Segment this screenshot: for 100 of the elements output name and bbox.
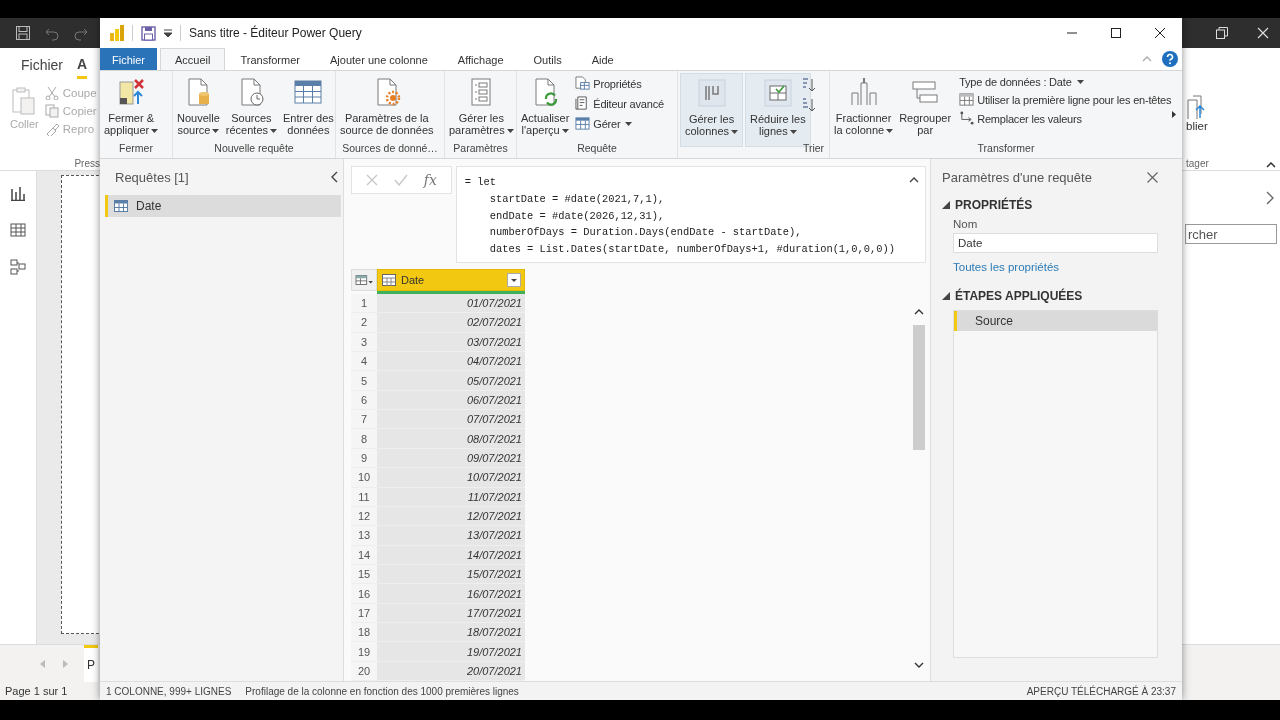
group-label: Press: [74, 158, 100, 170]
table-cell: 01/07/2021: [377, 293, 525, 314]
row-number: 4: [351, 352, 377, 372]
row-number: 17: [351, 603, 377, 624]
row-number: 16: [351, 584, 377, 604]
group-label: Fermer: [118, 142, 154, 156]
table-cell: 07/07/2021: [377, 410, 525, 430]
formula-text: = let startDate = #date(2021,7,1), endDate = #date(2026,12,31), numberOfDays = Duration.Days(endDate - startDate), dates = List.Dates(startDate, numberOfDays+1, #duration(1,0,0,0)): [464, 175, 895, 258]
ribbon-button[interactable]: Entrer des données: [281, 73, 336, 138]
expanded-icon: [942, 201, 950, 209]
ribbon-tab[interactable]: Outils: [518, 48, 577, 70]
function-button[interactable]: fx: [423, 172, 437, 188]
status-text: 1 COLONNE, 999+ LIGNES: [106, 685, 232, 697]
scroll-down-icon[interactable]: [914, 662, 924, 668]
collapse-icon[interactable]: [1266, 162, 1276, 168]
row-number: 19: [351, 642, 377, 662]
table-cell: 19/07/2021: [377, 642, 525, 662]
table-cell: 20/07/2021: [377, 661, 525, 681]
copy-icon: [44, 104, 59, 118]
filter-dropdown-icon[interactable]: [507, 273, 521, 287]
scissors-icon: [44, 86, 59, 100]
row-number: 18: [351, 623, 377, 643]
ribbon-button[interactable]: Paramètres de la source de données: [338, 73, 436, 138]
pane-title: Paramètres d'une requête: [942, 169, 1092, 185]
ribbon-button[interactable]: Utiliser la première ligne pour les en-têtes: [959, 92, 1172, 107]
collapse-icon[interactable]: [330, 171, 338, 183]
ribbon-button[interactable]: Actualiser l'aperçu: [519, 73, 572, 138]
model-icon[interactable]: [10, 259, 26, 275]
table-icon[interactable]: [10, 222, 26, 238]
ribbon-button[interactable]: Type de données : Date: [959, 76, 1172, 88]
help-icon[interactable]: [1162, 51, 1178, 67]
bar-chart-icon: [110, 25, 124, 41]
table-check-icon: [761, 77, 794, 109]
chevron-icon[interactable]: [1266, 191, 1274, 205]
row-number: 1: [351, 293, 377, 314]
column-header[interactable]: Date: [377, 269, 525, 291]
ribbon-tab[interactable]: Fichier: [100, 48, 157, 70]
ribbon-tab[interactable]: Affichage: [442, 48, 519, 70]
ribbon-tab[interactable]: Ajouter une colonne: [315, 48, 443, 70]
row-number: 12: [351, 506, 377, 527]
properties-link[interactable]: Toutes les propriétés: [953, 261, 1158, 273]
table-cell: 03/07/2021: [377, 332, 525, 353]
menu-tab[interactable]: A: [77, 51, 88, 79]
row-number: 5: [351, 371, 377, 391]
ribbon-button[interactable]: Nouvelle source: [175, 73, 222, 138]
window-title: Sans titre - Éditeur Power Query: [189, 26, 362, 40]
status-text: Profilage de la colonne en fonction des 1000 premières lignes: [245, 685, 519, 697]
scroll-right-icon[interactable]: [1172, 111, 1176, 118]
row-number: 9: [351, 448, 377, 469]
page-tab[interactable]: P: [84, 645, 98, 682]
collapse-icon[interactable]: [909, 177, 919, 183]
row-number: 7: [351, 410, 377, 430]
group-label: Requête: [576, 142, 618, 156]
section-header[interactable]: PROPRIÉTÉS: [942, 197, 1158, 213]
table-cell: 02/07/2021: [377, 313, 525, 333]
step-item[interactable]: Source: [954, 311, 1157, 331]
ribbon-button[interactable]: Fermer & appliquer: [102, 73, 161, 138]
row-number: 2: [351, 313, 377, 333]
sort-ascending-icon[interactable]: [800, 77, 816, 93]
ribbon-button[interactable]: Propriétés: [575, 76, 664, 91]
ribbon-tab[interactable]: Accueil: [160, 48, 226, 70]
ribbon-button[interactable]: Gérer les colonnes: [680, 73, 744, 147]
restore-icon[interactable]: [1216, 27, 1228, 39]
ribbon-button[interactable]: Regrouper par: [897, 73, 954, 138]
bar-chart-icon[interactable]: [10, 185, 26, 201]
maximize-icon[interactable]: [1111, 28, 1121, 38]
ribbon-button[interactable]: Sources récentes: [223, 73, 279, 138]
scroll-up-icon[interactable]: [914, 309, 924, 315]
section-header[interactable]: ÉTAPES APPLIQUÉES: [942, 288, 1158, 304]
search-field[interactable]: rcher: [1185, 224, 1277, 244]
properties-icon: [575, 76, 591, 91]
save-icon[interactable]: [141, 25, 156, 41]
group-label: Sources de donné…: [341, 142, 439, 156]
ribbon-tab[interactable]: Aide: [576, 48, 629, 70]
close-icon[interactable]: [1155, 28, 1165, 38]
ribbon-button[interactable]: Éditeur avancé: [575, 96, 664, 111]
table-cell: 11/07/2021: [377, 487, 525, 507]
query-item[interactable]: Date: [105, 195, 341, 217]
ribbon-button[interactable]: Gérer: [575, 116, 664, 131]
ribbon-button[interactable]: Gérer les paramètres: [447, 73, 516, 138]
column-icon: [695, 77, 728, 109]
swap-arrow-icon: [959, 111, 975, 126]
ribbon-tab[interactable]: Transformer: [225, 48, 315, 70]
table-cell: 06/07/2021: [377, 390, 525, 411]
name-field[interactable]: Date: [953, 233, 1158, 253]
check-icon[interactable]: [393, 174, 408, 186]
ribbon-button[interactable]: Fractionner la colonne: [832, 73, 896, 138]
table-menu-icon[interactable]: [351, 269, 377, 291]
table-cell: 04/07/2021: [377, 352, 525, 372]
save-icon[interactable]: [15, 25, 31, 41]
row-number: 8: [351, 429, 377, 449]
table-icon: [959, 92, 975, 107]
publish-button[interactable]: blier: [1182, 94, 1280, 132]
ribbon-button[interactable]: Remplacer les valeurs: [959, 111, 1172, 126]
table-cell: 18/07/2021: [377, 623, 525, 643]
dropdown-icon[interactable]: [164, 29, 172, 37]
sort-descending-icon[interactable]: [800, 97, 816, 113]
formula-bar[interactable]: = let startDate = #date(2021,7,1), endDate = #date(2026,12,31), numberOfDays = Duration.Days(endDate - startDate), dates = List.Dates(startDate, numberOfDays+1, #duration(1,0,0,0)): [455, 166, 926, 263]
scrollbar-thumb[interactable]: [913, 325, 925, 450]
menu-tab[interactable]: Fichier: [21, 53, 63, 77]
